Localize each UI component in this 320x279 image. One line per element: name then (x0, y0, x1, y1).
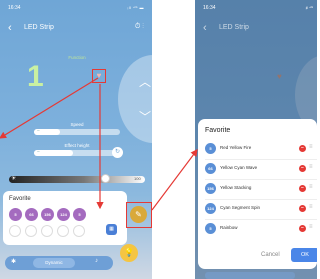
empty-chip-slot[interactable] (41, 225, 53, 237)
music-icon[interactable]: ♪ (95, 258, 98, 264)
effect-name: Yellow Stacking (220, 185, 252, 190)
empty-chip-slot[interactable] (73, 225, 85, 237)
status-bar: 16:34 ᵢll ⁴ᴳ ▬ (8, 5, 144, 13)
remove-icon[interactable]: − (299, 165, 306, 172)
empty-chip-slot[interactable] (25, 225, 37, 237)
effect-number-badge: 124 (205, 203, 216, 214)
back-arrow-icon: ‹ (203, 22, 207, 34)
drag-handle-icon[interactable]: ≡ (309, 164, 313, 170)
favorite-chip[interactable]: 5 (73, 208, 86, 221)
reset-icon[interactable]: ↻ (112, 147, 123, 158)
function-number: 1 (27, 60, 44, 93)
nav-dynamic-label: Dynamic (45, 260, 63, 265)
effect-name: Rainbow (220, 225, 238, 230)
timer-and-more-icon[interactable]: ⏱ ⋮ (135, 23, 144, 31)
bulb-icon[interactable]: 💡 (120, 244, 138, 262)
remove-icon[interactable]: − (299, 225, 306, 232)
divider (205, 199, 317, 200)
comparison-canvas: 16:34 ᵢll ⁴ᴳ ▬ ‹ LED Strip ⏱ ⋮ Function … (0, 0, 317, 279)
minus-icon: − (37, 149, 40, 155)
function-dial[interactable] (118, 55, 152, 143)
effect-number-badge: 5 (205, 223, 216, 234)
speed-label: Speed (70, 122, 84, 127)
list-item[interactable]: 5 Rainbow − ≡ (205, 221, 317, 238)
list-item[interactable]: 66 Yellow Cyan Wave − ≡ (205, 161, 317, 178)
left-phone-screen: 16:34 ᵢll ⁴ᴳ ▬ ‹ LED Strip ⏱ ⋮ Function … (0, 0, 152, 279)
drag-handle-icon[interactable]: ≡ (309, 184, 313, 190)
favorite-heart-button[interactable]: ♥ (92, 69, 106, 83)
arrow-edit-to-modal (151, 149, 198, 211)
chevron-up-icon[interactable]: ︿ (139, 73, 151, 90)
nav-dynamic-tab[interactable]: Dynamic (33, 258, 75, 268)
ok-button[interactable]: OK (291, 248, 317, 262)
brightness-value: 100 (134, 176, 141, 181)
effect-number-badge: 5 (205, 143, 216, 154)
bottom-nav: ✱ Dynamic ♪ (5, 256, 113, 270)
effect-height-slider[interactable]: − (34, 149, 120, 156)
list-item[interactable]: 156 Yellow Stacking − ≡ (205, 181, 317, 198)
favorite-chip[interactable]: 124 (57, 208, 70, 221)
heart-icon: ♥ (96, 71, 102, 80)
divider (205, 179, 317, 180)
empty-chip-slot[interactable] (9, 225, 21, 237)
back-arrow-icon[interactable]: ‹ (8, 22, 12, 34)
list-item[interactable]: 124 Cyan Segment Spin − ≡ (205, 201, 317, 218)
status-indicators: ᵢll ⁴ᴳ ▬ (127, 5, 144, 10)
empty-chip-slot[interactable] (57, 225, 69, 237)
status-indicators: ᵢll ⁴ᴳ (305, 5, 313, 10)
chevron-down-icon[interactable]: ﹀ (139, 108, 151, 125)
divider (205, 219, 317, 220)
cancel-button[interactable]: Cancel (261, 252, 280, 258)
brightness-slider[interactable] (9, 176, 145, 183)
status-time: 16:34 (203, 5, 216, 11)
page-title: LED Strip (24, 24, 54, 31)
modal-title: Favorite (205, 127, 231, 134)
page-title: LED Strip (219, 24, 249, 31)
remove-icon[interactable]: − (299, 185, 306, 192)
remove-icon[interactable]: − (299, 145, 306, 152)
favorite-chip[interactable]: 66 (25, 208, 38, 221)
divider (205, 159, 317, 160)
favorite-chip[interactable]: 5 (9, 208, 22, 221)
drag-handle-icon[interactable]: ≡ (309, 204, 313, 210)
favorite-modal: Favorite 5 Red Yellow Fire − ≡ 66 Yellow… (198, 119, 317, 269)
effect-name: Red Yellow Fire (220, 145, 252, 150)
minus-icon: − (37, 128, 40, 134)
status-time: 16:34 (8, 5, 21, 11)
edit-highlight-box (126, 202, 152, 228)
favorite-panel: Favorite 5 66 156 124 5 ▦ (3, 191, 127, 245)
ok-label: OK (301, 252, 309, 258)
top-bar: ‹ LED Strip ⏱ ⋮ (8, 22, 144, 36)
drag-handle-icon[interactable]: ≡ (309, 224, 313, 230)
bottom-bar (205, 272, 295, 279)
favorite-chip[interactable]: 156 (41, 208, 54, 221)
sun-icon: ☀ (11, 176, 17, 182)
effect-height-label: Effect height (64, 143, 90, 148)
list-item[interactable]: 5 Red Yellow Fire − ≡ (205, 141, 317, 158)
effect-name: Yellow Cyan Wave (220, 165, 258, 170)
effect-number-badge: 66 (205, 163, 216, 174)
remove-icon[interactable]: − (299, 205, 306, 212)
palette-icon[interactable]: ✱ (11, 258, 16, 265)
effect-name: Cyan Segment Spin (220, 205, 261, 210)
effect-number-badge: 156 (205, 183, 216, 194)
drag-handle-icon[interactable]: ≡ (309, 144, 313, 150)
speed-slider[interactable]: − (34, 128, 120, 135)
status-bar: 16:34 ᵢll ⁴ᴳ (203, 5, 313, 13)
favorite-title: Favorite (9, 196, 31, 202)
function-label: Function (68, 55, 86, 60)
grid-icon[interactable]: ▦ (106, 224, 117, 235)
